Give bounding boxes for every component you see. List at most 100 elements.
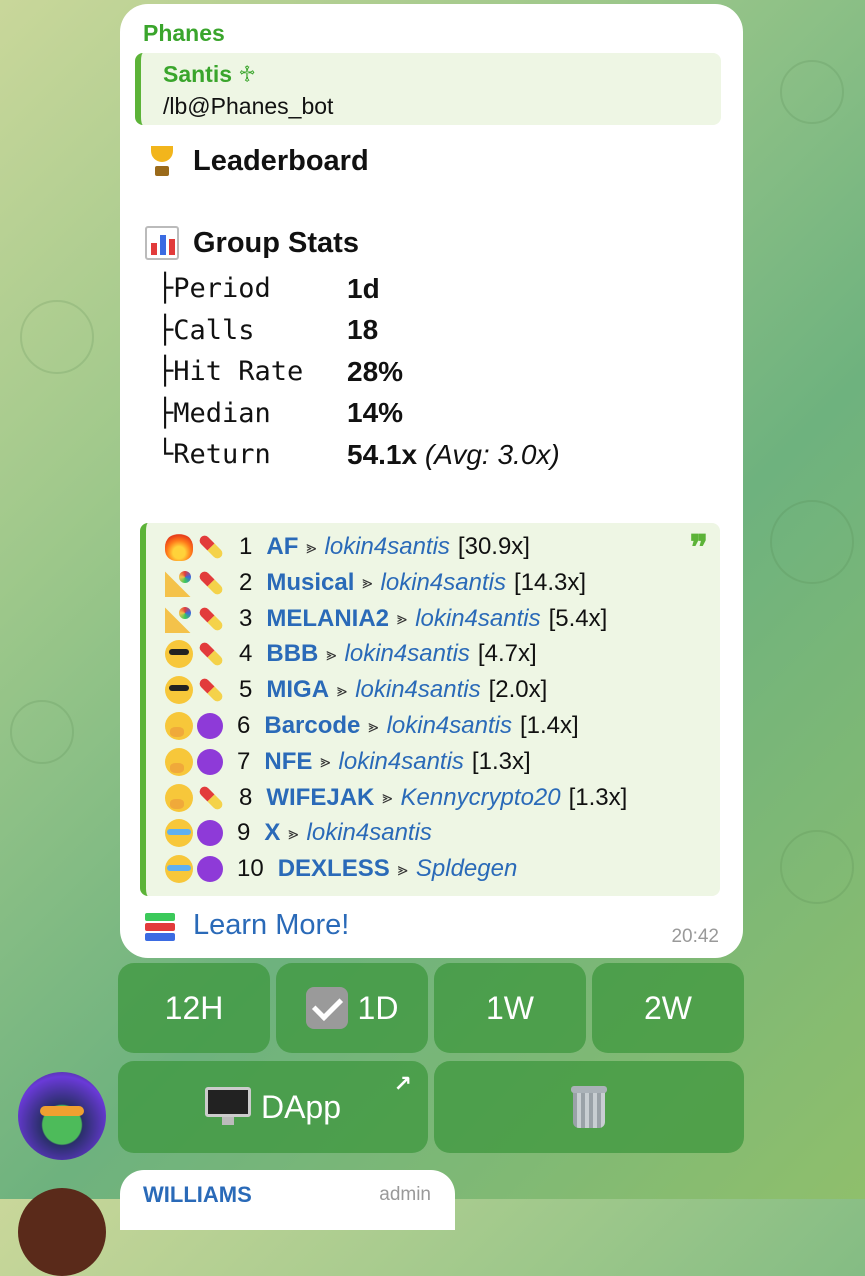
stats-list: ├Period 1d ├Calls 18 ├Hit Rate 28% ├Medi… <box>157 268 560 476</box>
leaderboard-ticker-link[interactable]: MELANIA2 <box>266 605 389 633</box>
stat-average: (Avg: 3.0x) <box>424 438 560 470</box>
leaderboard-ticker-link[interactable]: Barcode <box>264 712 360 740</box>
arrow-icon: ⪢ <box>337 679 348 700</box>
arrow-icon: ⪢ <box>397 608 408 629</box>
dapp-label: DApp <box>260 1088 342 1125</box>
cool-icon <box>165 676 193 705</box>
leaderboard-rank: 6 <box>237 712 251 739</box>
background-doodle <box>10 700 74 764</box>
leaderboard-user-link[interactable]: Spldegen <box>416 855 517 883</box>
trash-icon <box>571 1086 607 1128</box>
leaderboard-row: 10 DEXLESS ⪢ Spldegen <box>165 851 525 887</box>
pill-icon <box>191 527 231 567</box>
next-message-bubble: WILLIAMS admin <box>120 1170 455 1230</box>
leaderboard-title: Leaderboard <box>145 144 369 178</box>
leaderboard-user-link[interactable]: lokin4santis <box>415 605 540 633</box>
yawn-icon <box>165 747 193 776</box>
leaderboard-ticker-link[interactable]: Musical <box>266 569 354 597</box>
period-1w-button[interactable]: 1W <box>434 963 586 1053</box>
sender-name[interactable]: Phanes <box>143 20 225 47</box>
arrow-icon: ⪢ <box>368 715 379 736</box>
leaderboard-rank: 7 <box>237 747 251 775</box>
leaderboard-row: 6 Barcode ⪢ lokin4santis [1.4x] <box>165 708 579 744</box>
stat-key: ├Hit Rate <box>157 356 304 388</box>
leaderboard-row: 9 X ⪢ lokin4santis <box>165 815 440 851</box>
leaderboard-rank: 5 <box>239 676 253 704</box>
period-2w-label: 2W <box>644 989 692 1026</box>
fire-icon <box>165 533 193 561</box>
checkmark-icon <box>305 987 348 1029</box>
stat-key: ├Median <box>157 397 271 429</box>
pill-icon <box>191 670 231 710</box>
trophy-icon <box>145 144 179 178</box>
dot-icon <box>197 856 223 883</box>
leaderboard-ticker-link[interactable]: DEXLESS <box>278 855 390 883</box>
leaderboard-ticker-link[interactable]: MIGA <box>266 676 329 704</box>
bot-avatar[interactable] <box>18 1072 106 1160</box>
dot-icon <box>197 713 223 739</box>
arrow-icon: ⪢ <box>320 751 331 772</box>
stat-row: ├Hit Rate 28% <box>157 351 560 393</box>
dapp-button[interactable]: DApp ↗ <box>118 1061 428 1153</box>
bar-chart-icon <box>145 226 179 260</box>
leaderboard-user-link[interactable]: lokin4santis <box>339 748 464 776</box>
leaderboard-ticker-link[interactable]: BBB <box>266 640 318 668</box>
group-stats-title-text: Group Stats <box>193 226 359 259</box>
leaderboard-user-link[interactable]: Kennycrypto20 <box>401 784 561 812</box>
stat-row: ├Median 14% <box>157 393 560 435</box>
period-12h-button[interactable]: 12H <box>118 963 270 1053</box>
quote-icon: ❞ <box>689 528 708 568</box>
leaderboard-row: 5 MIGA ⪢ lokin4santis [2.0x] <box>165 672 547 708</box>
leaderboard-row: 8 WIFEJAK ⪢ Kennycrypto20 [1.3x] <box>165 780 627 816</box>
period-1d-button[interactable]: 1D <box>276 963 428 1053</box>
yawn-icon <box>165 712 193 740</box>
leaderboard-rank: 4 <box>239 640 253 668</box>
leaderboard-user-link[interactable]: lokin4santis <box>307 819 432 847</box>
leaderboard-row: 3 MELANIA2 ⪢ lokin4santis [5.4x] <box>165 601 607 637</box>
next-sender-role: admin <box>379 1184 431 1205</box>
leaderboard-user-link[interactable]: lokin4santis <box>381 569 506 597</box>
leaderboard-ticker-link[interactable]: X <box>264 819 280 847</box>
yawn-icon <box>165 783 193 812</box>
leaderboard-user-link[interactable]: lokin4santis <box>325 533 450 561</box>
user-avatar[interactable] <box>18 1188 106 1276</box>
leaderboard-ticker-link[interactable]: NFE <box>264 748 312 776</box>
pill-icon <box>191 778 231 818</box>
cry-icon <box>165 819 193 848</box>
leaderboard-quote: ❞ 1 AF ⪢ lokin4santis [30.9x] 2 Musical ⪢ lokin4… <box>140 523 720 896</box>
reply-preview[interactable]: Santis ♱ /lb@Phanes_bot <box>135 53 721 125</box>
leaderboard-row: 4 BBB ⪢ lokin4santis [4.7x] <box>165 636 537 672</box>
dot-icon <box>197 748 223 775</box>
message-time: 20:42 <box>671 926 719 947</box>
arrow-icon: ⪢ <box>397 858 408 879</box>
cool-icon <box>165 640 193 669</box>
leaderboard-user-link[interactable]: lokin4santis <box>345 640 470 668</box>
learn-more-link[interactable]: Learn More! <box>145 909 349 942</box>
stat-key: ├Calls <box>157 314 255 346</box>
stat-row: ├Period 1d <box>157 268 560 310</box>
leaderboard-rank: 8 <box>239 783 253 811</box>
stat-value: 1d <box>347 272 380 304</box>
leaderboard-rank: 9 <box>237 819 251 847</box>
reply-text: /lb@Phanes_bot <box>163 93 334 119</box>
background-doodle <box>780 60 844 124</box>
external-link-icon: ↗ <box>393 1071 412 1096</box>
next-sender-name[interactable]: WILLIAMS <box>143 1182 252 1208</box>
monitor-icon <box>204 1087 251 1127</box>
background-doodle <box>770 500 854 584</box>
party-icon <box>165 604 193 633</box>
leaderboard-multiplier: [2.0x] <box>488 676 548 704</box>
stat-value: 54.1x (Avg: 3.0x) <box>347 438 560 470</box>
leaderboard-user-link[interactable]: lokin4santis <box>355 676 480 704</box>
stat-row: └Return 54.1x (Avg: 3.0x) <box>157 434 560 476</box>
leaderboard-rank: 3 <box>239 604 253 632</box>
leaderboard-ticker-link[interactable]: AF <box>266 533 298 561</box>
arrow-icon: ⪢ <box>288 822 299 843</box>
leaderboard-ticker-link[interactable]: WIFEJAK <box>266 784 374 812</box>
stat-value: 18 <box>347 314 379 346</box>
period-2w-button[interactable]: 2W <box>592 963 744 1053</box>
leaderboard-user-link[interactable]: lokin4santis <box>387 712 512 740</box>
leaderboard-row: 7 NFE ⪢ lokin4santis [1.3x] <box>165 744 531 780</box>
party-icon <box>165 568 193 597</box>
delete-button[interactable] <box>434 1061 744 1153</box>
